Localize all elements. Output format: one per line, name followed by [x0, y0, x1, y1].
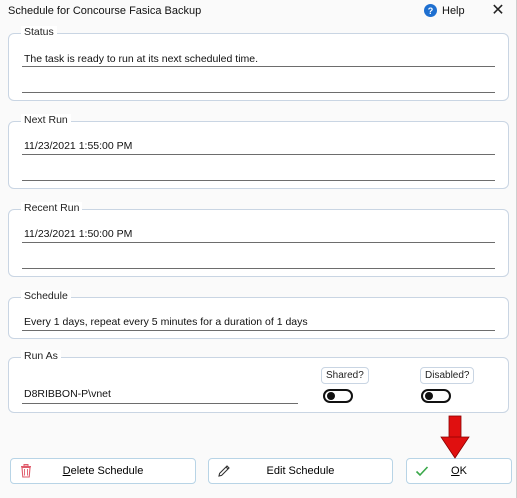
- red-arrow-annotation-icon: [440, 415, 470, 459]
- window-title: Schedule for Concourse Fasica Backup: [8, 5, 202, 17]
- run-as-group: Run As D8RIBBON-P\vnet Shared? Disabled?: [8, 350, 509, 413]
- close-icon: ✕: [491, 2, 505, 19]
- delete-schedule-button[interactable]: Delete Schedule: [10, 458, 196, 484]
- help-icon: ?: [424, 4, 437, 17]
- status-divider-2: [22, 92, 495, 93]
- run-as-user: D8RIBBON-P\vnet: [24, 388, 111, 400]
- disabled-toggle[interactable]: [421, 389, 451, 403]
- status-text: The task is ready to run at its next sch…: [24, 53, 259, 65]
- checkmark-icon: [415, 466, 429, 477]
- schedule-dialog: Schedule for Concourse Fasica Backup ? H…: [0, 0, 517, 498]
- shared-label: Shared?: [321, 367, 369, 384]
- delete-schedule-label: Delete Schedule: [62, 465, 144, 477]
- next-run-value: 11/23/2021 1:55:00 PM: [24, 140, 133, 152]
- help-button[interactable]: ? Help: [424, 4, 465, 17]
- edit-schedule-label: Edit Schedule: [266, 465, 335, 477]
- recent-run-divider-1: [22, 242, 495, 243]
- status-group: Status The task is ready to run at its n…: [8, 26, 509, 101]
- help-label: Help: [442, 4, 465, 17]
- trash-icon: [21, 464, 31, 478]
- run-as-legend: Run As: [21, 350, 61, 362]
- shared-toggle[interactable]: [323, 389, 353, 403]
- schedule-text: Every 1 days, repeat every 5 minutes for…: [24, 316, 308, 328]
- disabled-toggle-knob: [425, 392, 433, 400]
- recent-run-group: Recent Run 11/23/2021 1:50:00 PM: [8, 202, 509, 277]
- schedule-divider: [22, 330, 495, 331]
- close-button[interactable]: ✕: [489, 2, 507, 20]
- status-divider-1: [22, 66, 495, 67]
- schedule-group: Schedule Every 1 days, repeat every 5 mi…: [8, 290, 509, 339]
- recent-run-legend: Recent Run: [21, 202, 83, 214]
- pencil-icon: [218, 465, 230, 477]
- shared-toggle-knob: [327, 392, 335, 400]
- next-run-divider-1: [22, 154, 495, 155]
- run-as-divider: [22, 403, 298, 404]
- title-bar: Schedule for Concourse Fasica Backup ? H…: [0, 0, 517, 24]
- disabled-label: Disabled?: [420, 367, 475, 384]
- next-run-divider-2: [22, 180, 495, 181]
- ok-button[interactable]: OK: [406, 458, 512, 484]
- recent-run-divider-2: [22, 268, 495, 269]
- next-run-legend: Next Run: [21, 114, 71, 126]
- schedule-legend: Schedule: [21, 290, 71, 302]
- status-legend: Status: [21, 26, 57, 38]
- recent-run-value: 11/23/2021 1:50:00 PM: [24, 228, 133, 240]
- next-run-group: Next Run 11/23/2021 1:55:00 PM: [8, 114, 509, 189]
- edit-schedule-button[interactable]: Edit Schedule: [208, 458, 393, 484]
